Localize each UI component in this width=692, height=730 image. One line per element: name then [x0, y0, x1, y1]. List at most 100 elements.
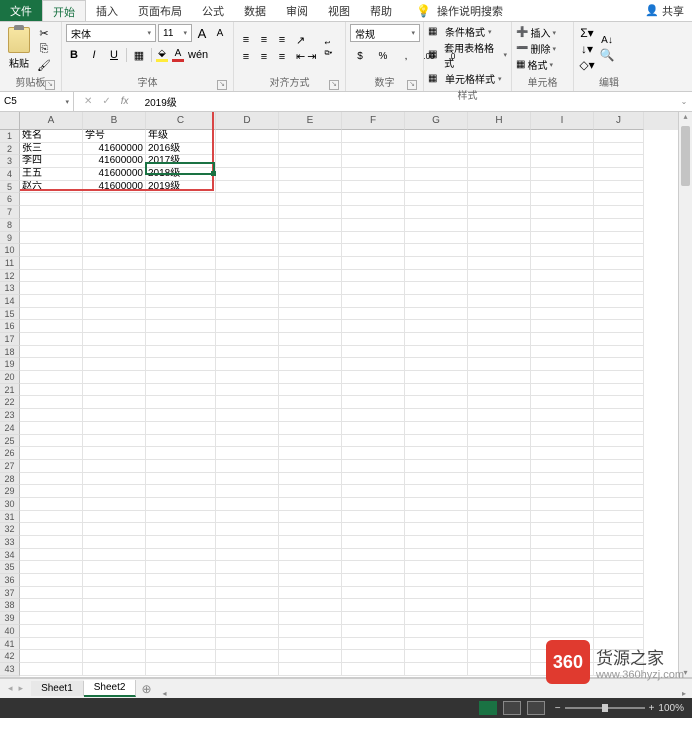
- cell[interactable]: [342, 320, 405, 333]
- cell[interactable]: [468, 358, 531, 371]
- cell[interactable]: [216, 371, 279, 384]
- cell[interactable]: [405, 473, 468, 486]
- add-sheet-button[interactable]: ⊕: [136, 682, 156, 696]
- cell[interactable]: [146, 650, 216, 663]
- cell[interactable]: 张三: [20, 143, 83, 156]
- cell[interactable]: [216, 498, 279, 511]
- cell[interactable]: [20, 473, 83, 486]
- cell[interactable]: [531, 282, 594, 295]
- cell[interactable]: [405, 536, 468, 549]
- cell[interactable]: [594, 473, 644, 486]
- cell[interactable]: [216, 625, 279, 638]
- cell[interactable]: [20, 447, 83, 460]
- cell[interactable]: [468, 320, 531, 333]
- cell-styles-button[interactable]: ▦单元格样式▾: [428, 71, 507, 86]
- cell[interactable]: [83, 650, 146, 663]
- decrease-indent-button[interactable]: ⇤: [296, 50, 305, 63]
- zoom-level[interactable]: 100%: [658, 703, 684, 714]
- cell[interactable]: [146, 384, 216, 397]
- cell[interactable]: [405, 511, 468, 524]
- cell[interactable]: [216, 168, 279, 181]
- formula-input[interactable]: 2019级: [139, 94, 676, 109]
- row-header[interactable]: 4: [0, 168, 20, 181]
- zoom-out-button[interactable]: −: [555, 703, 561, 714]
- cell[interactable]: [20, 599, 83, 612]
- cell[interactable]: [342, 244, 405, 257]
- cell[interactable]: [531, 460, 594, 473]
- wrap-text-button[interactable]: ↩: [324, 39, 332, 47]
- cell[interactable]: [279, 599, 342, 612]
- cell[interactable]: [594, 346, 644, 359]
- cell[interactable]: 2017级: [146, 155, 216, 168]
- cell[interactable]: [216, 193, 279, 206]
- name-box[interactable]: C5▾: [0, 92, 74, 111]
- cell[interactable]: [531, 308, 594, 321]
- cell[interactable]: [531, 232, 594, 245]
- cell[interactable]: [216, 638, 279, 651]
- tab-help[interactable]: 帮助: [360, 0, 402, 21]
- row-header[interactable]: 13: [0, 282, 20, 295]
- cell[interactable]: [531, 536, 594, 549]
- cell[interactable]: [216, 384, 279, 397]
- align-center-button[interactable]: ≡: [256, 50, 272, 64]
- cell[interactable]: [279, 523, 342, 536]
- cell[interactable]: [83, 308, 146, 321]
- cell[interactable]: [146, 511, 216, 524]
- align-bottom-button[interactable]: ≡: [274, 33, 290, 47]
- cell[interactable]: [531, 371, 594, 384]
- cell[interactable]: [216, 612, 279, 625]
- cell[interactable]: [594, 536, 644, 549]
- cell[interactable]: [279, 485, 342, 498]
- sheet-nav-next[interactable]: ▸: [19, 683, 24, 694]
- cell[interactable]: [468, 282, 531, 295]
- cell[interactable]: [405, 625, 468, 638]
- align-top-button[interactable]: ≡: [238, 33, 254, 47]
- cell[interactable]: [468, 422, 531, 435]
- cell[interactable]: [594, 155, 644, 168]
- cell[interactable]: [405, 282, 468, 295]
- cell[interactable]: [468, 155, 531, 168]
- cell[interactable]: [468, 143, 531, 156]
- cell[interactable]: [279, 384, 342, 397]
- view-normal-button[interactable]: [479, 701, 497, 715]
- cell[interactable]: [342, 447, 405, 460]
- cell[interactable]: [216, 396, 279, 409]
- cell[interactable]: [468, 371, 531, 384]
- cell[interactable]: [342, 396, 405, 409]
- merge-center-button[interactable]: ⧉▾: [324, 50, 332, 58]
- cell[interactable]: [83, 320, 146, 333]
- cell[interactable]: [83, 270, 146, 283]
- cell[interactable]: [20, 232, 83, 245]
- cell[interactable]: [279, 206, 342, 219]
- cell[interactable]: [20, 638, 83, 651]
- cell[interactable]: [279, 320, 342, 333]
- cell[interactable]: [83, 638, 146, 651]
- cell[interactable]: [468, 308, 531, 321]
- cell[interactable]: [216, 320, 279, 333]
- cell[interactable]: [146, 485, 216, 498]
- cell[interactable]: [20, 308, 83, 321]
- cell[interactable]: [594, 244, 644, 257]
- cell[interactable]: [279, 447, 342, 460]
- align-left-button[interactable]: ≡: [238, 50, 254, 64]
- cell[interactable]: [468, 625, 531, 638]
- row-header[interactable]: 27: [0, 460, 20, 473]
- cell[interactable]: [216, 663, 279, 676]
- cell[interactable]: [594, 333, 644, 346]
- cell[interactable]: [83, 193, 146, 206]
- cell[interactable]: [405, 130, 468, 143]
- row-header[interactable]: 18: [0, 346, 20, 359]
- cell[interactable]: [405, 435, 468, 448]
- cell[interactable]: [405, 320, 468, 333]
- cell[interactable]: [146, 612, 216, 625]
- cell[interactable]: [216, 232, 279, 245]
- cell[interactable]: [594, 295, 644, 308]
- cell[interactable]: [83, 409, 146, 422]
- row-header[interactable]: 36: [0, 574, 20, 587]
- cell[interactable]: [216, 219, 279, 232]
- cell[interactable]: [405, 371, 468, 384]
- cell[interactable]: [531, 155, 594, 168]
- cell[interactable]: [146, 574, 216, 587]
- row-header[interactable]: 38: [0, 599, 20, 612]
- cell[interactable]: [405, 358, 468, 371]
